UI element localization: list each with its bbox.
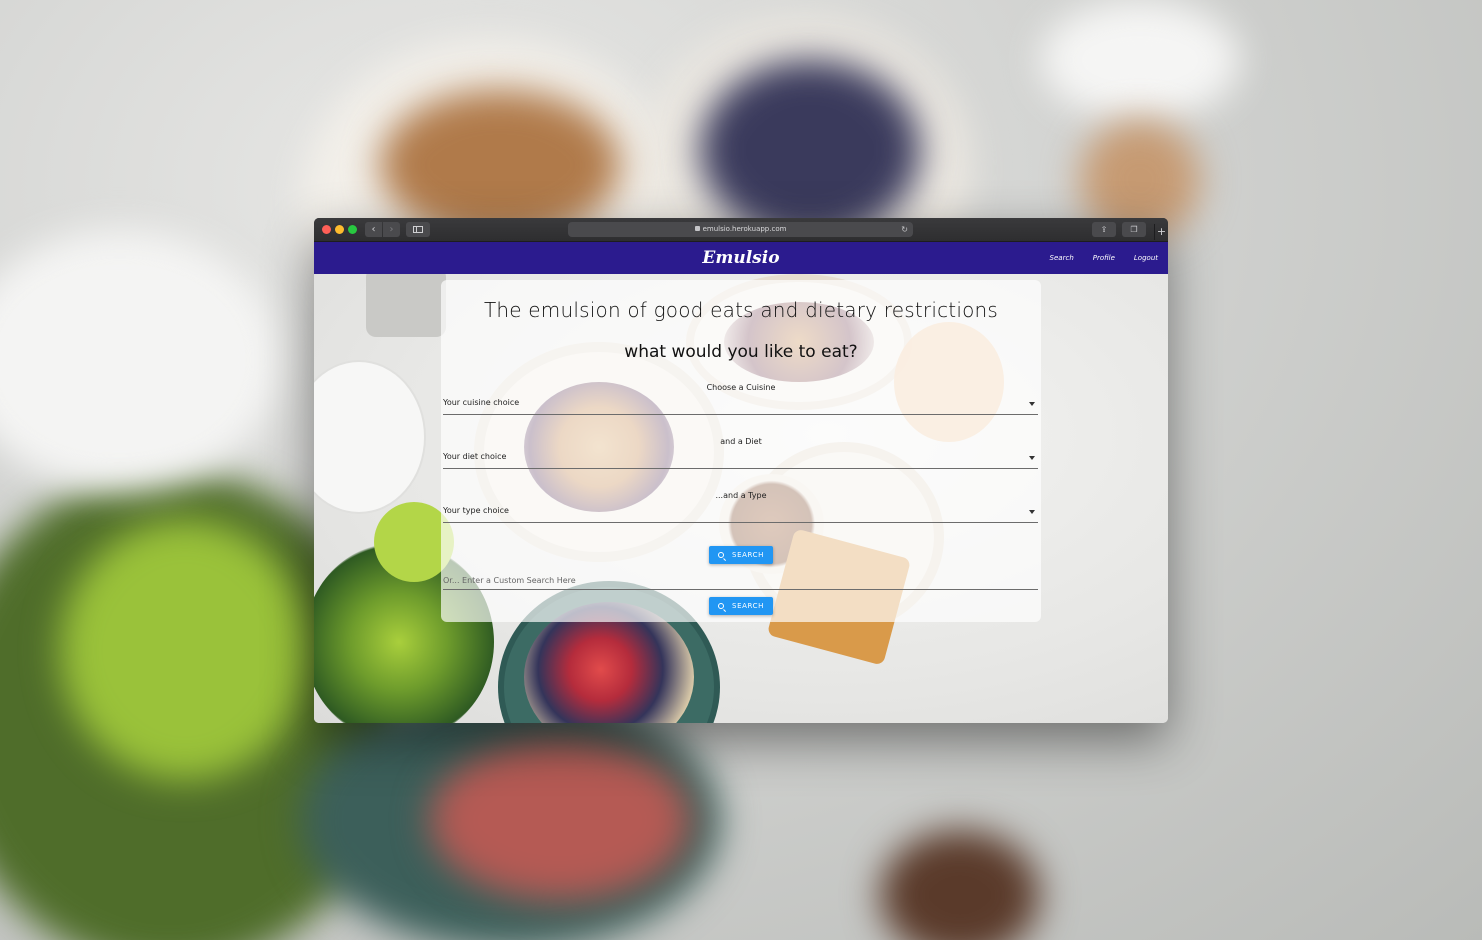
lock-icon: [694, 226, 700, 231]
nav-link-profile[interactable]: Profile: [1093, 254, 1115, 262]
address-bar[interactable]: emulsio.herokuapp.com ↻: [568, 222, 913, 237]
web-page: Emulsio Search Profile Logout The emulsi…: [314, 242, 1168, 723]
sidebar-toggle-button[interactable]: [406, 222, 430, 237]
maximize-window-button[interactable]: [348, 225, 357, 234]
cuisine-select[interactable]: Your cuisine choice: [443, 393, 1038, 415]
cuisine-select-value: Your cuisine choice: [443, 398, 520, 407]
nav-link-logout[interactable]: Logout: [1134, 254, 1158, 262]
reload-icon[interactable]: ↻: [901, 222, 908, 237]
search-button-label: SEARCH: [732, 551, 764, 559]
page-subheading: what would you like to eat?: [624, 342, 858, 362]
diet-select-value: Your diet choice: [443, 452, 507, 461]
type-select[interactable]: Your type choice: [443, 501, 1038, 523]
new-tab-button[interactable]: +: [1154, 224, 1168, 240]
cuisine-label: Choose a Cuisine: [706, 383, 776, 392]
share-button[interactable]: ⇪: [1092, 222, 1116, 237]
diet-label: and a Diet: [720, 437, 762, 446]
custom-search-field[interactable]: [443, 570, 1038, 590]
forward-button[interactable]: ›: [383, 222, 400, 237]
search-icon: [718, 603, 725, 609]
caret-down-icon: [1029, 402, 1035, 406]
diet-select[interactable]: Your diet choice: [443, 447, 1038, 469]
browser-window: ‹ › emulsio.herokuapp.com ↻ ⇪ ❐ + Emulsi…: [314, 218, 1168, 723]
search-card: The emulsion of good eats and dietary re…: [441, 280, 1041, 622]
browser-toolbar: ‹ › emulsio.herokuapp.com ↻ ⇪ ❐ +: [314, 218, 1168, 242]
type-label: ...and a Type: [715, 491, 767, 500]
caret-down-icon: [1029, 510, 1035, 514]
search-icon: [718, 552, 725, 558]
close-window-button[interactable]: [322, 225, 331, 234]
minimize-window-button[interactable]: [335, 225, 344, 234]
site-navbar: Emulsio Search Profile Logout: [314, 242, 1168, 274]
custom-search-button-label: SEARCH: [732, 602, 764, 610]
nav-links: Search Profile Logout: [1050, 242, 1158, 274]
url-text: emulsio.herokuapp.com: [702, 225, 787, 233]
custom-search-input[interactable]: [443, 573, 1033, 587]
search-button[interactable]: SEARCH: [709, 546, 773, 564]
custom-search-button[interactable]: SEARCH: [709, 597, 773, 615]
nav-link-search[interactable]: Search: [1050, 254, 1074, 262]
back-button[interactable]: ‹: [365, 222, 382, 237]
type-select-value: Your type choice: [443, 506, 509, 515]
sidebar-icon: [413, 226, 423, 233]
page-headline: The emulsion of good eats and dietary re…: [483, 298, 999, 322]
brand-logo[interactable]: Emulsio: [314, 245, 1168, 271]
caret-down-icon: [1029, 456, 1035, 460]
tab-overview-button[interactable]: ❐: [1122, 222, 1146, 237]
